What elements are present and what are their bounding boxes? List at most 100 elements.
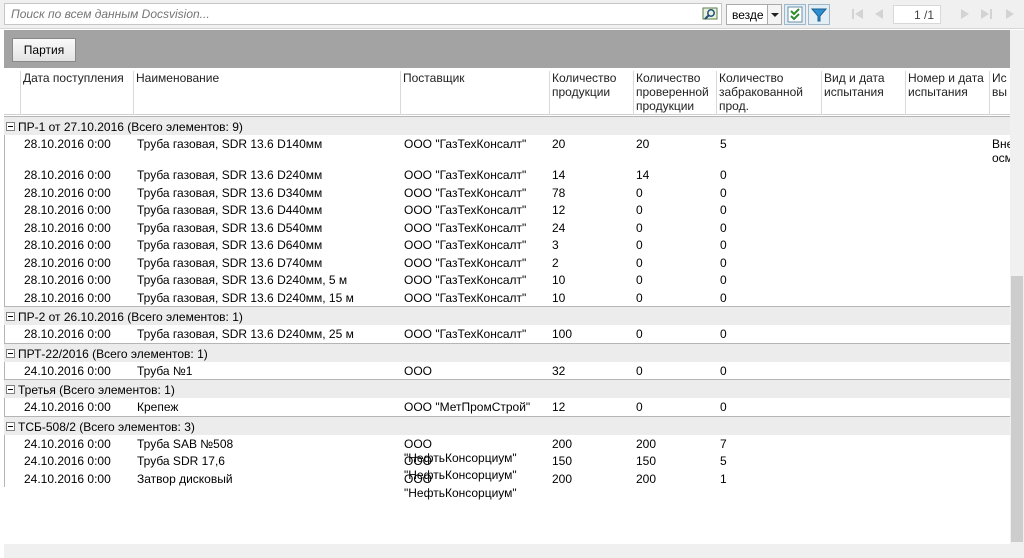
- collapse-icon[interactable]: [6, 122, 15, 131]
- cell-supplier: ООО "ГазТехКонсалт": [404, 327, 527, 341]
- cell-date: 28.10.2016 0:00: [24, 327, 111, 341]
- table-row[interactable]: 28.10.2016 0:00 Труба газовая, SDR 13.6 D…: [4, 253, 1010, 271]
- cell-rejected: 0: [720, 168, 727, 182]
- cell-checked: 0: [636, 238, 643, 252]
- filter-button[interactable]: [808, 4, 830, 25]
- column-header-quantity[interactable]: Количество продукции: [549, 71, 633, 115]
- check-icon: [787, 6, 803, 23]
- cell-name: Труба газовая, SDR 13.6 D240мм, 5 м: [137, 273, 348, 287]
- search-scope-dropdown[interactable]: везде: [726, 4, 782, 25]
- data-grid: ПР-1 от 27.10.2016 (Всего элементов: 9) 2…: [4, 116, 1010, 558]
- cell-name: Крепеж: [137, 400, 179, 414]
- column-header-test-type[interactable]: Вид и дата испытания: [821, 71, 905, 115]
- cell-checked: 0: [636, 400, 643, 414]
- cell-rejected: 0: [720, 255, 727, 270]
- page-indicator[interactable]: 1 /1: [893, 5, 941, 24]
- table-row[interactable]: 28.10.2016 0:00 Труба газовая, SDR 13.6 D…: [4, 325, 1010, 343]
- column-header-extra[interactable]: Ис вы: [989, 71, 1010, 115]
- cell-quantity: 78: [552, 185, 566, 200]
- table-row[interactable]: 28.10.2016 0:00 Труба газовая, SDR 13.6 D…: [4, 183, 1010, 201]
- cell-quantity: 3: [552, 238, 559, 252]
- group-title: ПРТ-22/2016 (Всего элементов: 1): [18, 346, 208, 361]
- table-row[interactable]: 28.10.2016 0:00 Труба газовая, SDR 13.6 D…: [4, 201, 1010, 219]
- scroll-corner: [1010, 544, 1024, 558]
- table-row[interactable]: 24.10.2016 0:00Труба №1ООО "КонсалтТехГр…: [4, 361, 1010, 392]
- column-header-date[interactable]: Дата поступления: [20, 71, 134, 115]
- cell-rejected: 0: [720, 327, 727, 341]
- table-row[interactable]: 28.10.2016 0:00 Труба газовая, SDR 13.6 D…: [4, 166, 1010, 184]
- cell-date: 24.10.2016 0:00: [24, 471, 111, 486]
- cell-date: 28.10.2016 0:00: [24, 220, 111, 235]
- cell-checked: 200: [636, 471, 657, 486]
- search-toolbar: везде 1 /1: [0, 0, 1024, 29]
- cell-name: Труба газовая, SDR 13.6 D540мм: [137, 220, 323, 235]
- cell-name: Труба газовая, SDR 13.6 D140мм: [137, 137, 323, 151]
- chevron-down-icon[interactable]: [767, 5, 781, 24]
- cell-checked: 0: [636, 363, 643, 378]
- cell-name: Труба №1: [137, 363, 193, 378]
- cell-rejected: 0: [720, 220, 727, 235]
- column-header-supplier[interactable]: Поставщик: [400, 71, 548, 115]
- collapse-icon[interactable]: [6, 385, 15, 394]
- cell-extra: Вне осм: [992, 137, 1010, 165]
- table-row[interactable]: 28.10.2016 0:00 Труба газовая, SDR 13.6 D…: [4, 218, 1010, 236]
- collapse-icon[interactable]: [6, 312, 15, 321]
- column-header-rejected[interactable]: Количество забракованной прод.: [716, 71, 821, 115]
- horizontal-scrollbar[interactable]: [4, 544, 1010, 558]
- group-row[interactable]: ТСБ-508/2 (Всего элементов: 3): [4, 415, 1010, 435]
- cell-quantity: 12: [552, 203, 566, 217]
- group-row[interactable]: ПР-1 от 27.10.2016 (Всего элементов: 9): [4, 116, 1010, 135]
- table-row[interactable]: 28.10.2016 0:00 Труба газовая, SDR 13.6 D…: [4, 288, 1010, 306]
- table-row[interactable]: 24.10.2016 0:00 Труба SDR 17,6 ООО "НефтьК…: [4, 452, 1010, 482]
- cell-quantity: 150: [552, 454, 573, 468]
- cell-quantity: 24: [552, 220, 566, 235]
- cell-name: Затвор дисковый: [137, 471, 233, 486]
- table-row[interactable]: 28.10.2016 0:00 Труба газовая, SDR 13.6 D…: [4, 135, 1010, 166]
- column-header-name[interactable]: Наименование: [133, 71, 401, 115]
- filter-icon: [810, 8, 828, 22]
- cell-quantity: 12: [552, 400, 566, 414]
- search-icon[interactable]: [702, 6, 719, 22]
- search-input[interactable]: [5, 4, 695, 24]
- cell-rejected: 7: [720, 436, 727, 451]
- column-header-row: Дата поступления Наименование Поставщик …: [4, 68, 1010, 115]
- next-page-icon[interactable]: [957, 6, 973, 22]
- cell-date: 28.10.2016 0:00: [24, 238, 111, 252]
- table-row[interactable]: 28.10.2016 0:00 Труба газовая, SDR 13.6 D…: [4, 236, 1010, 254]
- cell-quantity: 32: [552, 363, 566, 378]
- cell-supplier: ООО "ГазТехКонсалт": [404, 238, 527, 252]
- vertical-scroll-thumb[interactable]: [1011, 276, 1023, 542]
- cell-rejected: 0: [720, 185, 727, 200]
- table-row[interactable]: 24.10.2016 0:00 Затвор дисковый ООО "Нефть…: [4, 469, 1010, 500]
- apply-filter-button[interactable]: [784, 4, 806, 25]
- first-page-icon[interactable]: [850, 6, 866, 22]
- column-header-checked[interactable]: Количество проверенной продукции: [633, 71, 717, 115]
- group-row[interactable]: Третья (Всего элементов: 1): [4, 379, 1010, 398]
- cell-rejected: 0: [720, 203, 727, 217]
- vertical-scrollbar[interactable]: [1010, 30, 1024, 544]
- last-page-icon[interactable]: [978, 6, 994, 22]
- table-row[interactable]: 28.10.2016 0:00 Труба газовая, SDR 13.6 D…: [4, 271, 1010, 289]
- group-by-party-button[interactable]: Партия: [12, 38, 76, 62]
- column-header-test-number[interactable]: Номер и дата испытания: [905, 71, 989, 115]
- group-title: ТСБ-508/2 (Всего элементов: 3): [18, 419, 195, 434]
- cell-date: 24.10.2016 0:00: [24, 400, 111, 414]
- cell-date: 28.10.2016 0:00: [24, 273, 111, 287]
- group-row[interactable]: ПРТ-22/2016 (Всего элементов: 1): [4, 342, 1010, 362]
- cell-supplier: ООО "ГазТехКонсалт": [404, 168, 527, 182]
- collapse-icon[interactable]: [6, 348, 15, 358]
- refresh-page-icon[interactable]: [1002, 6, 1018, 22]
- cell-date: 28.10.2016 0:00: [24, 137, 111, 151]
- cell-supplier: ООО "ГазТехКонсалт": [404, 220, 527, 235]
- previous-page-icon[interactable]: [871, 6, 887, 22]
- cell-quantity: 10: [552, 273, 566, 287]
- cell-rejected: 0: [720, 273, 727, 287]
- group-row[interactable]: ПР-2 от 26.10.2016 (Всего элементов: 1): [4, 306, 1010, 325]
- cell-rejected: 5: [720, 137, 727, 151]
- cell-quantity: 14: [552, 168, 566, 182]
- collapse-icon[interactable]: [6, 421, 15, 431]
- table-row[interactable]: 24.10.2016 0:00 Крепеж ООО "МетПромСтрой" 1…: [4, 398, 1010, 416]
- table-row[interactable]: 24.10.2016 0:00 Труба SAB №508 ООО "НефтьК…: [4, 434, 1010, 465]
- cell-checked: 0: [636, 203, 643, 217]
- search-box: [4, 3, 722, 25]
